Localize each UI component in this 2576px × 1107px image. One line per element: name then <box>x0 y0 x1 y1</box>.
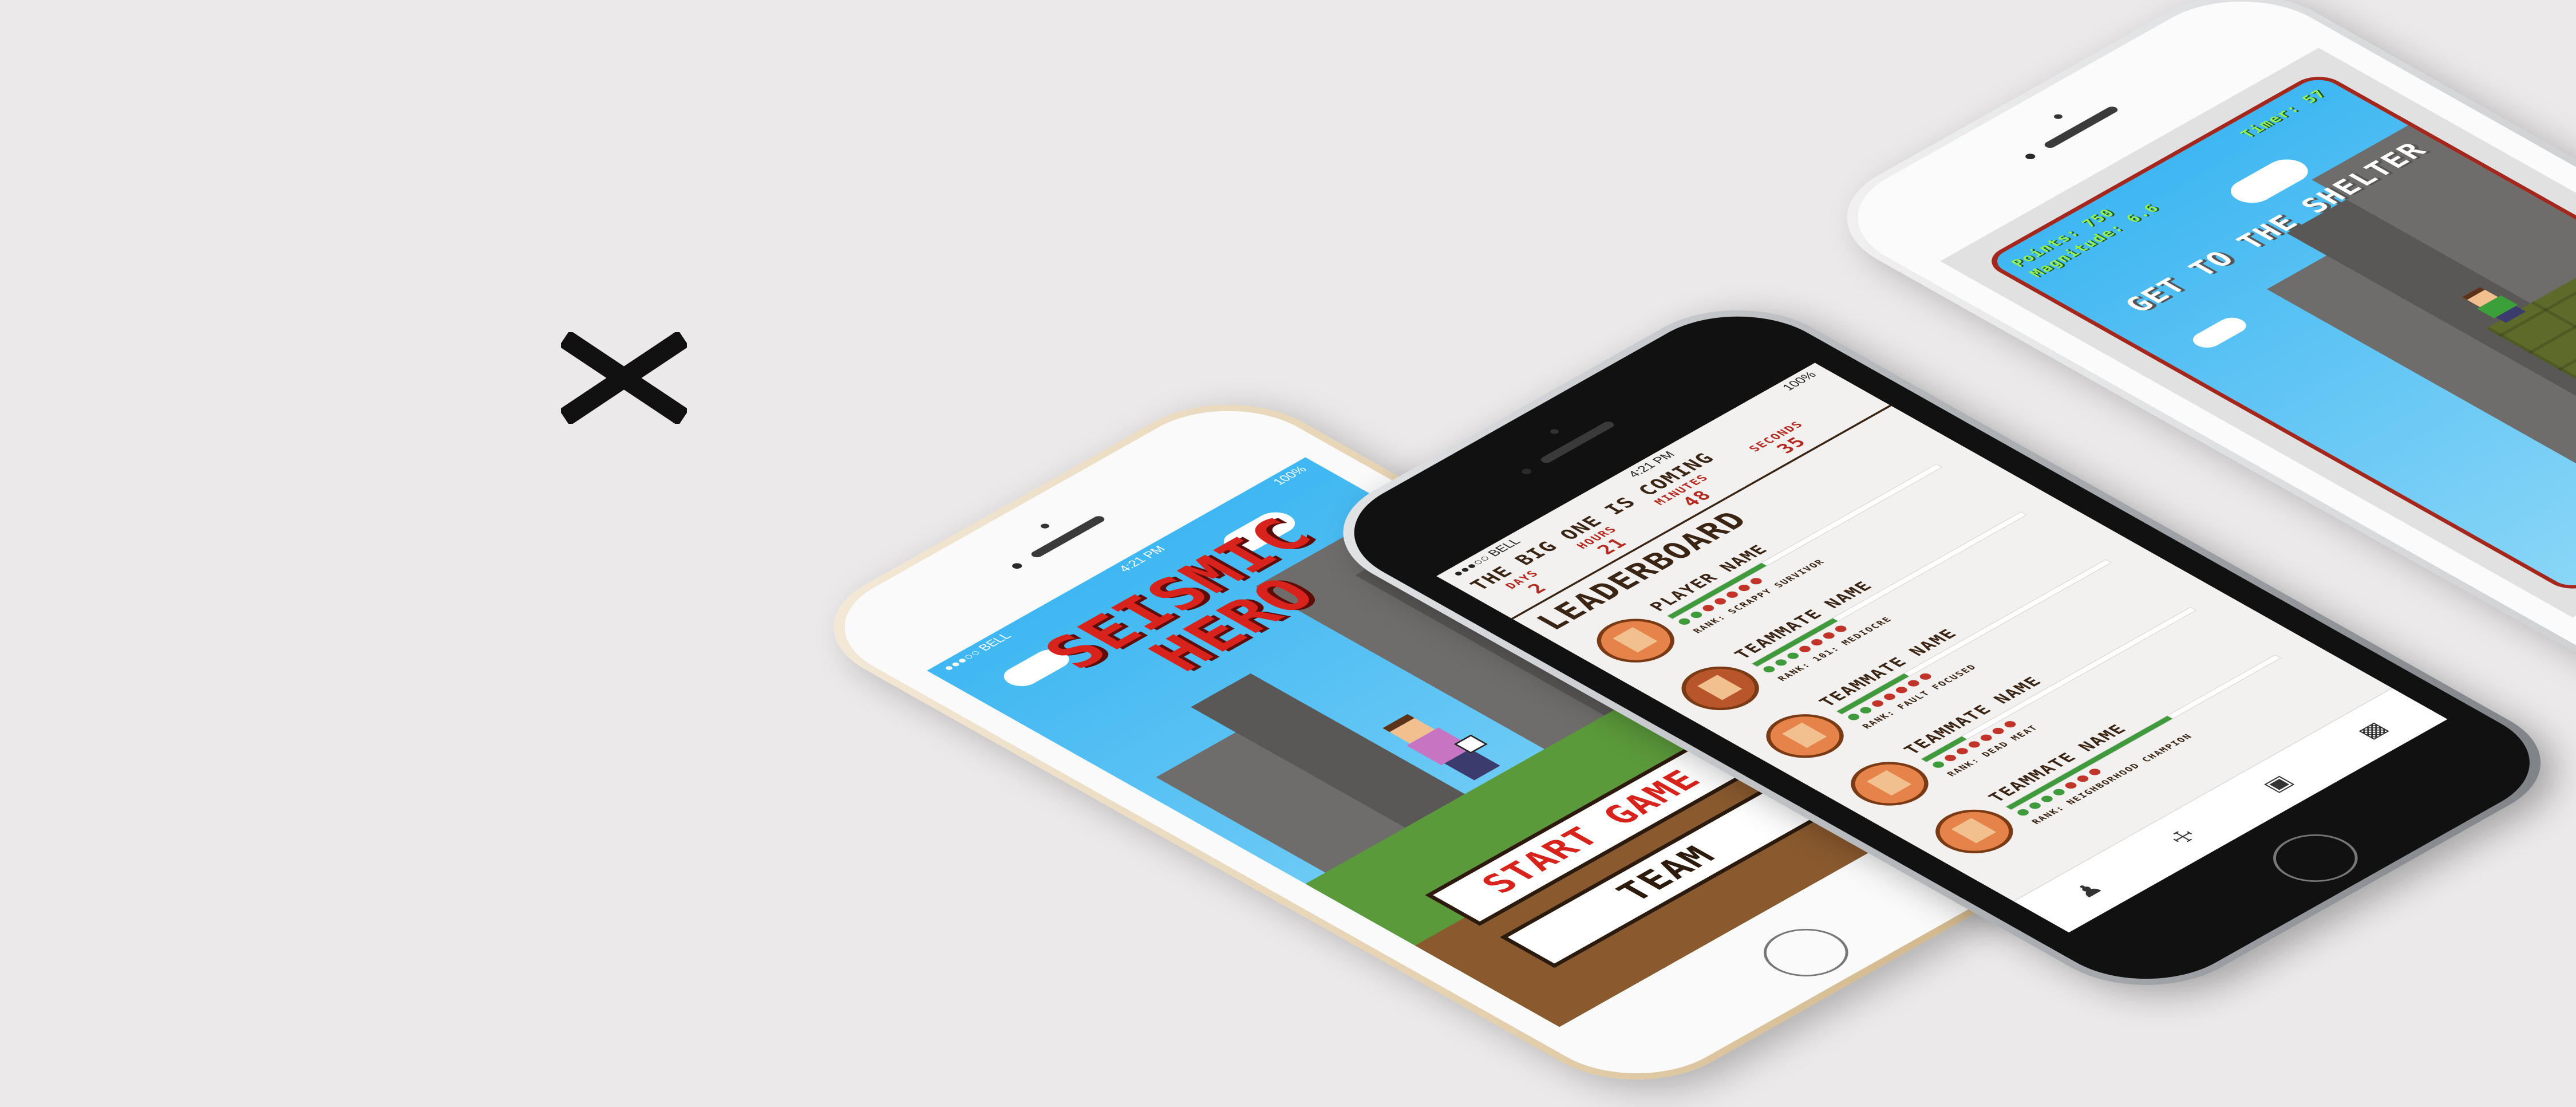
achievement-dot <box>1832 624 1849 633</box>
avatar <box>1835 753 1945 815</box>
achievement-dot <box>2075 774 2091 783</box>
achievement-dot <box>2002 719 2018 729</box>
achievement-dot <box>1942 753 1959 763</box>
achievement-dot <box>1712 597 1729 606</box>
achievement-dot <box>1870 699 1886 708</box>
achievement-dot <box>1700 603 1717 613</box>
achievement-dot <box>1676 617 1693 627</box>
avatar-face <box>1697 675 1743 700</box>
achievement-dot <box>1688 610 1705 620</box>
close-icon[interactable] <box>561 332 687 424</box>
achievement-dot <box>1820 631 1837 640</box>
map-icon[interactable]: ▣ <box>2255 771 2301 797</box>
achievement-dot <box>1858 706 1874 715</box>
achievement-dot <box>1930 760 1947 770</box>
mockup-stage: ●●●○○ BELL 4:21 PM 100% SEISMIC HERO STA… <box>0 0 2576 1107</box>
achievement-dot <box>1736 583 1752 593</box>
avatar <box>1919 800 2029 862</box>
person-icon[interactable]: ♟ <box>2066 877 2112 903</box>
timer-value: 57 <box>2298 87 2332 106</box>
achievement-dot <box>1990 726 2006 736</box>
countdown-seconds: SECONDS 35 <box>1735 413 1836 470</box>
avatar <box>1750 705 1860 767</box>
magnitude-value: 6.6 <box>2122 202 2164 226</box>
avatar-face <box>1613 627 1658 653</box>
achievement-dot <box>1748 576 1764 586</box>
achievement-dot <box>2038 794 2055 803</box>
avatar <box>1581 609 1690 672</box>
achievement-dot <box>2015 807 2032 817</box>
achievement-dot <box>1893 686 1910 695</box>
achievement-dot <box>1954 746 1970 756</box>
achievement-dot <box>1846 712 1862 722</box>
leaderboard-icon[interactable]: ▩ <box>2350 718 2396 743</box>
achievement-dot <box>1978 733 1994 743</box>
achievement-dot <box>1773 658 1789 667</box>
avatar-face <box>1782 722 1827 748</box>
timer-readout: Timer: 57 <box>2237 88 2331 141</box>
achievement-dot <box>1809 637 1825 647</box>
achievement-dot <box>2027 801 2043 810</box>
achievement-dot <box>1724 590 1740 600</box>
avatar <box>1665 657 1775 719</box>
timer-label: Timer: <box>2237 102 2305 141</box>
achievement-dot <box>2063 781 2079 790</box>
achievement-dot <box>1785 651 1801 660</box>
achievement-dot <box>1882 692 1898 702</box>
achievement-dot <box>2087 767 2103 777</box>
medkit-icon[interactable]: ☩ <box>2160 824 2206 850</box>
cloud <box>2187 314 2252 351</box>
achievement-dot <box>1966 740 1982 749</box>
achievement-dot <box>1761 664 1777 674</box>
achievement-dot <box>1917 672 1934 681</box>
avatar-face <box>1866 770 1912 796</box>
achievement-dot <box>2050 787 2067 797</box>
avatar-face <box>1951 818 1997 844</box>
achievement-dot <box>1905 679 1922 688</box>
achievement-dot <box>1797 644 1813 654</box>
